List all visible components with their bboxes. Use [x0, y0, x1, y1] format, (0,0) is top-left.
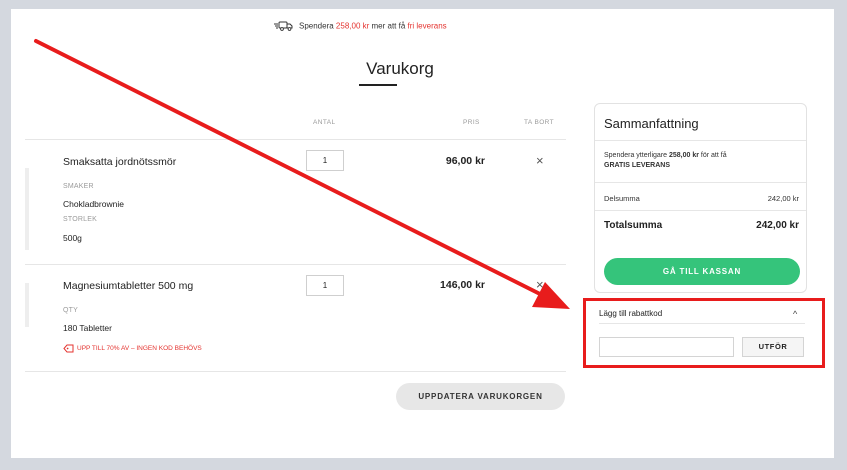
product-name[interactable]: Magnesiumtabletter 500 mg — [63, 280, 193, 292]
remove-item-icon[interactable]: × — [536, 153, 544, 168]
quantity-input[interactable]: 1 — [306, 150, 344, 171]
coupon-divider — [599, 323, 805, 324]
note-free-shipping: GRATIS LEVERANS — [604, 162, 670, 169]
summary-title: Sammanfattning — [604, 116, 699, 131]
summary-divider — [595, 210, 806, 211]
product-name[interactable]: Smaksatta jordnötssmör — [63, 156, 176, 168]
quantity-input[interactable]: 1 — [306, 275, 344, 296]
item-price: 96,00 kr — [445, 155, 485, 167]
note-amount: 258,00 kr — [668, 152, 699, 159]
attribute-label: SMAKER — [63, 183, 94, 190]
attribute-label: STORLEK — [63, 216, 97, 223]
truck-icon — [274, 20, 294, 33]
attribute-value: 180 Tabletter — [63, 323, 112, 333]
column-header-remove: TA BORT — [524, 119, 555, 126]
attribute-value: Chokladbrownie — [63, 199, 124, 209]
column-header-quantity: ANTAL — [313, 119, 336, 126]
total-label: Totalsumma — [604, 220, 663, 231]
summary-divider — [595, 140, 806, 141]
shipping-amount: 258,00 kr — [335, 21, 370, 31]
shipping-text-prefix: Spendera — [299, 21, 336, 31]
free-shipping-link[interactable]: fri leverans — [408, 22, 447, 31]
total-value: 242,00 kr — [756, 220, 799, 231]
row-divider — [25, 264, 566, 265]
apply-coupon-button[interactable]: UTFÖR — [742, 337, 804, 357]
coupon-toggle[interactable]: Lägg till rabattkod — [599, 309, 662, 318]
column-header-price: PRIS — [463, 119, 480, 126]
attribute-label: QTY — [63, 307, 78, 314]
shipping-text-middle: mer att få — [369, 21, 408, 31]
coupon-code-input[interactable] — [599, 337, 734, 357]
note-prefix: Spendera ytterligare — [604, 152, 669, 159]
note-middle: för att få — [698, 152, 727, 159]
item-price: 146,00 kr — [440, 279, 485, 291]
attribute-value: 500g — [63, 233, 82, 243]
promo-label: UPP TILL 70% AV – INGEN KOD BEHÖVS — [63, 344, 202, 353]
checkout-button[interactable]: GÅ TILL KASSAN — [604, 258, 800, 285]
title-underline — [359, 84, 397, 86]
chevron-up-icon[interactable]: ^ — [793, 309, 797, 319]
subtotal-label: Delsumma — [604, 194, 640, 203]
promo-text: UPP TILL 70% AV – INGEN KOD BEHÖVS — [77, 345, 202, 353]
subtotal-value: 242,00 kr — [767, 194, 799, 203]
item-image-placeholder — [25, 168, 29, 250]
item-image-placeholder — [25, 283, 29, 327]
remove-item-icon[interactable]: × — [536, 277, 544, 292]
summary-divider — [595, 182, 806, 183]
row-divider — [25, 371, 566, 372]
table-divider — [25, 139, 566, 140]
shipping-banner: Spendera 258,00 kr mer att få fri levera… — [274, 20, 447, 33]
page-title: Varukorg — [366, 59, 434, 78]
free-shipping-note: Spendera ytterligare 258,00 kr för att f… — [604, 151, 794, 171]
tag-icon — [63, 344, 74, 353]
update-cart-button[interactable]: UPPDATERA VARUKORGEN — [396, 383, 565, 410]
